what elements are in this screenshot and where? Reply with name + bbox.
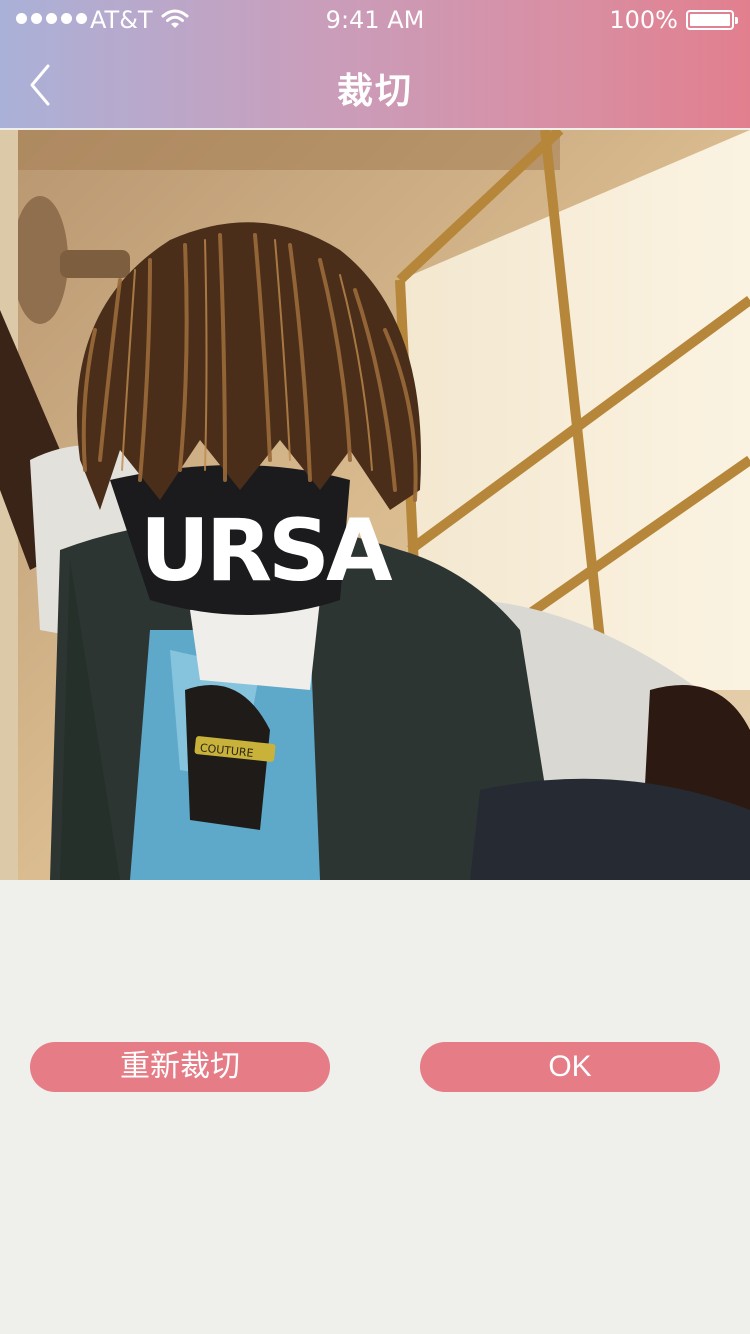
page-title: 裁切 (336, 71, 413, 112)
ok-button[interactable]: OK (420, 1042, 720, 1092)
status-bar: AT&T 9:41 AM 100% (0, 0, 750, 40)
mask-print-text: URSA (140, 501, 393, 601)
crop-image[interactable]: COUTURE URSA (0, 130, 750, 880)
battery-icon (686, 10, 738, 30)
nav-header: AT&T 9:41 AM 100% 裁切 (0, 0, 750, 128)
recrop-button[interactable]: 重新裁切 (30, 1042, 330, 1092)
battery-percent: 100% (609, 6, 678, 34)
